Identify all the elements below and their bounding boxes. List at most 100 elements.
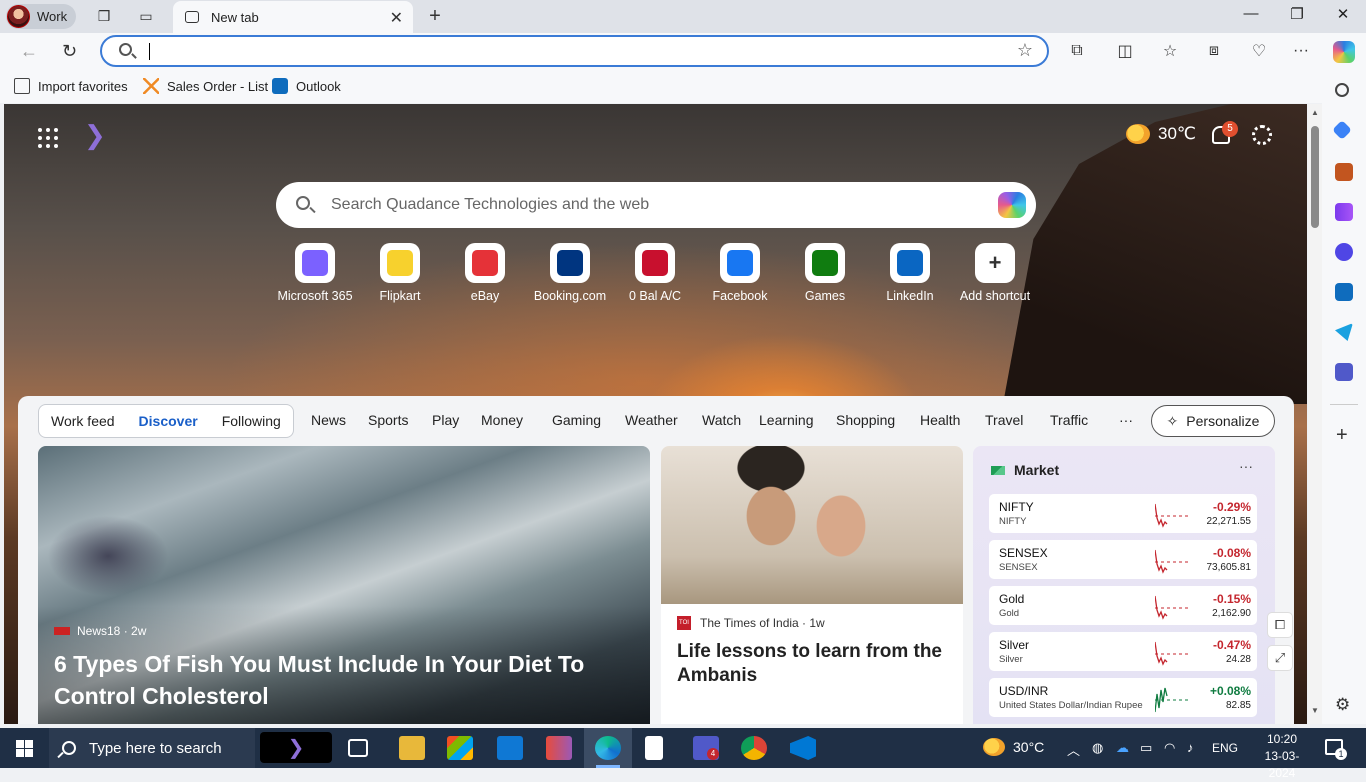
category-learning[interactable]: Learning: [759, 412, 814, 428]
search-sidebar-icon[interactable]: [1335, 83, 1349, 97]
shortcut-linkedin[interactable]: LinkedIn: [868, 243, 952, 303]
tools-icon[interactable]: [1335, 163, 1353, 181]
file-explorer-icon[interactable]: [399, 736, 425, 760]
taskbar-weather[interactable]: 30°C: [1013, 739, 1044, 755]
back-button[interactable]: ←: [20, 41, 38, 62]
scroll-up-icon[interactable]: ▲: [1311, 108, 1319, 117]
wifi-icon[interactable]: ◠: [1164, 740, 1175, 756]
image-feedback-icon[interactable]: ⧠: [1267, 612, 1293, 638]
shortcut-microsoft-365[interactable]: Microsoft 365: [273, 243, 357, 303]
minimize-button[interactable]: —: [1236, 5, 1266, 22]
task-view-icon[interactable]: [348, 739, 368, 757]
outlook-sidebar-icon[interactable]: [1335, 283, 1353, 301]
microsoft-365-sidebar-icon[interactable]: [1335, 243, 1353, 261]
shortcut-facebook[interactable]: Facebook: [698, 243, 782, 303]
more-menu-icon[interactable]: ···: [1290, 41, 1312, 61]
shortcut-booking[interactable]: Booking.com: [528, 243, 612, 303]
close-tab-icon[interactable]: ✕: [390, 8, 403, 28]
market-more-button[interactable]: ···: [1239, 458, 1253, 474]
market-row[interactable]: NIFTY NIFTY -0.29% 22,271.55: [989, 494, 1257, 533]
clock[interactable]: 10:20 13-03-2024: [1255, 731, 1309, 782]
profile-button[interactable]: Work: [6, 4, 76, 29]
vertical-tabs-icon[interactable]: ▭: [135, 6, 157, 26]
workspaces-icon[interactable]: ❒: [93, 6, 115, 26]
quadance-taskbar-icon[interactable]: ❯: [260, 732, 332, 763]
teams-sidebar-icon[interactable]: [1335, 363, 1353, 381]
language-indicator[interactable]: ENG: [1212, 741, 1238, 755]
personalize-button[interactable]: ✧ Personalize: [1151, 405, 1275, 437]
refresh-button[interactable]: ↻: [62, 41, 77, 62]
new-tab-plus-icon[interactable]: +: [424, 5, 446, 27]
shopping-icon[interactable]: [1332, 120, 1352, 140]
restore-button[interactable]: ❐: [1282, 5, 1312, 23]
market-row[interactable]: USD/INR United States Dollar/Indian Rupee…: [989, 678, 1257, 717]
app-launcher-icon[interactable]: [38, 128, 58, 148]
market-row[interactable]: Gold Gold -0.15% 2,162.90: [989, 586, 1257, 625]
edge-icon[interactable]: [595, 736, 621, 760]
favorite-sales-order[interactable]: Sales Order - List: [143, 78, 268, 94]
copilot-icon[interactable]: [1333, 41, 1355, 63]
chrome-icon[interactable]: [741, 736, 767, 760]
battery-icon[interactable]: ▭: [1140, 740, 1152, 756]
vscode-icon[interactable]: [790, 736, 816, 760]
taskbar-search[interactable]: Type here to search: [49, 728, 255, 768]
favorites-icon[interactable]: ☆: [1159, 41, 1181, 61]
pivot-work-feed[interactable]: Work feed: [39, 413, 127, 429]
volume-icon[interactable]: ♪: [1187, 740, 1194, 755]
category-watch[interactable]: Watch: [702, 412, 741, 428]
scrollbar-thumb[interactable]: [1311, 126, 1319, 228]
split-screen-icon[interactable]: ◫: [1114, 41, 1136, 61]
copilot-search-icon[interactable]: [998, 192, 1026, 218]
article-card[interactable]: TOI The Times of India · 1w Life lessons…: [661, 446, 963, 724]
page-scrollbar[interactable]: ▲ ▼: [1308, 104, 1322, 724]
onedrive-icon[interactable]: ☁: [1116, 740, 1129, 756]
category-weather[interactable]: Weather: [625, 412, 678, 428]
weather-widget[interactable]: 30℃: [1126, 124, 1196, 144]
market-header[interactable]: Market: [991, 462, 1059, 478]
market-row[interactable]: SENSEX SENSEX -0.08% 73,605.81: [989, 540, 1257, 579]
shortcut-ebay[interactable]: eBay: [443, 243, 527, 303]
shortcut-flipkart[interactable]: Flipkart: [358, 243, 442, 303]
category-sports[interactable]: Sports: [368, 412, 408, 428]
shortcut-bank[interactable]: 0 Bal A/C: [613, 243, 697, 303]
windows-start-icon[interactable]: [16, 740, 33, 757]
category-shopping[interactable]: Shopping: [836, 412, 895, 428]
collections-icon[interactable]: ⧈: [1203, 41, 1225, 61]
category-traffic[interactable]: Traffic: [1050, 412, 1088, 428]
notepad-icon[interactable]: [645, 736, 663, 760]
favorite-star-icon[interactable]: ☆: [1017, 40, 1033, 61]
scroll-down-icon[interactable]: ▼: [1311, 706, 1319, 715]
favorite-outlook[interactable]: Outlook: [272, 78, 341, 94]
more-categories-button[interactable]: ···: [1119, 412, 1133, 428]
shortcut-plus[interactable]: + Add shortcut: [953, 243, 1037, 303]
address-bar[interactable]: ☆: [100, 35, 1049, 67]
web-search-box[interactable]: Search Quadance Technologies and the web: [276, 182, 1036, 228]
favorite-import[interactable]: Import favorites: [14, 78, 128, 94]
category-gaming[interactable]: Gaming: [552, 412, 601, 428]
extensions-icon[interactable]: ⧉: [1066, 41, 1088, 61]
browser-essentials-icon[interactable]: ♡: [1248, 41, 1270, 61]
taskbar-weather-icon[interactable]: [983, 738, 1005, 756]
article-title[interactable]: Life lessons to learn from the Ambanis: [677, 640, 953, 688]
hero-title[interactable]: 6 Types Of Fish You Must Include In Your…: [54, 648, 634, 712]
close-window-button[interactable]: ✕: [1328, 5, 1358, 23]
tray-chevron-icon[interactable]: ︿: [1067, 740, 1080, 759]
category-health[interactable]: Health: [920, 412, 960, 428]
pivot-following[interactable]: Following: [210, 413, 293, 429]
tab-new-tab[interactable]: New tab ✕: [173, 1, 413, 33]
mail-icon[interactable]: [497, 736, 523, 760]
quadance-logo-icon[interactable]: ❯: [84, 120, 106, 151]
category-money[interactable]: Money: [481, 412, 523, 428]
games-sidebar-icon[interactable]: [1335, 203, 1353, 221]
market-row[interactable]: Silver Silver -0.47% 24.28: [989, 632, 1257, 671]
snipping-tool-icon[interactable]: [546, 736, 572, 760]
page-settings-icon[interactable]: [1252, 125, 1272, 145]
category-play[interactable]: Play: [432, 412, 459, 428]
add-sidebar-app-icon[interactable]: +: [1336, 424, 1348, 447]
category-news[interactable]: News: [311, 412, 346, 428]
sidebar-settings-icon[interactable]: ⚙: [1335, 695, 1350, 715]
drop-icon[interactable]: [1335, 323, 1353, 341]
meet-now-icon[interactable]: ◍: [1092, 740, 1103, 756]
pivot-discover[interactable]: Discover: [127, 413, 210, 429]
expand-icon[interactable]: ⤢: [1267, 645, 1293, 671]
